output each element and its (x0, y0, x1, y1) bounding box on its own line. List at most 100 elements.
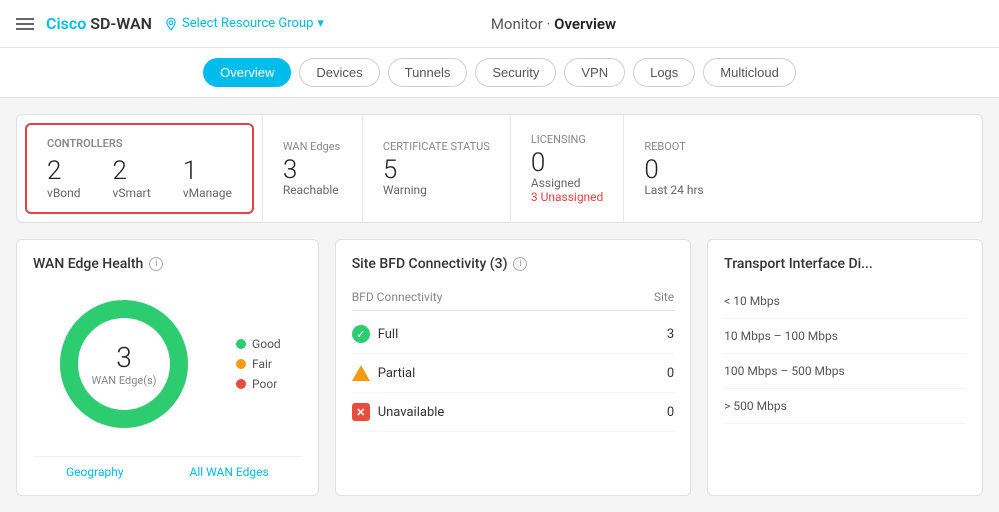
bfd-unavailable-count: 0 (667, 405, 674, 420)
vbond-stat: 2 vBond (47, 158, 81, 200)
wan-edges-count: 3 (283, 157, 342, 183)
donut-center: 3 WAN Edge(s) (92, 341, 157, 387)
vsmart-count: 2 (113, 158, 151, 184)
controllers-section: CONTROLLERS 2 vBond 2 vSmart 1 vManage (25, 123, 254, 214)
licensing-unassigned: 3 Unassigned (531, 190, 603, 204)
donut-number: 3 (92, 341, 157, 374)
status-partial-icon (352, 364, 370, 382)
tab-overview[interactable]: Overview (203, 58, 291, 87)
controllers-label: CONTROLLERS (47, 137, 232, 150)
bfd-col-site: Site (654, 290, 674, 304)
bfd-full-left: ✓ Full (352, 325, 399, 343)
bfd-partial-left: Partial (352, 364, 416, 382)
wan-edges-section: WAN Edges 3 Reachable (262, 115, 362, 222)
reboot-label: REBOOT (644, 140, 703, 153)
licensing-section: LICENSING 0 Assigned 3 Unassigned (510, 115, 623, 222)
tab-logs[interactable]: Logs (633, 58, 695, 87)
vbond-label: vBond (47, 186, 81, 200)
bfd-full-label: Full (378, 327, 399, 342)
bfd-table-header: BFD Connectivity Site (352, 284, 674, 311)
cert-status-count: 5 (383, 157, 490, 183)
good-dot (236, 339, 246, 349)
bfd-title: Site BFD Connectivity (3) i (352, 256, 674, 272)
licensing-sub: Assigned (531, 176, 603, 190)
geography-link[interactable]: Geography (66, 465, 124, 479)
wan-edges-sub: Reachable (283, 183, 342, 197)
tab-security[interactable]: Security (475, 58, 556, 87)
fair-label: Fair (252, 357, 272, 371)
logo-cisco: Cisco (46, 14, 86, 33)
transport-row-2: 100 Mbps – 500 Mbps (724, 354, 966, 389)
cert-status-section: CERTIFICATE STATUS 5 Warning (362, 115, 510, 222)
wan-edge-health-card: WAN Edge Health i 3 WAN Edge(s) (16, 239, 319, 496)
bfd-unavailable-label: Unavailable (378, 405, 445, 420)
bfd-partial-label: Partial (378, 366, 416, 381)
vmanage-label: vManage (183, 186, 232, 200)
reboot-count: 0 (644, 157, 703, 183)
tab-devices[interactable]: Devices (299, 58, 379, 87)
hamburger-menu[interactable] (16, 18, 34, 30)
legend-poor: Poor (236, 377, 281, 391)
bfd-full-count: 3 (667, 327, 674, 342)
cert-status-label: CERTIFICATE STATUS (383, 140, 490, 153)
bfd-row-full: ✓ Full 3 (352, 315, 674, 354)
fair-dot (236, 359, 246, 369)
reboot-section: REBOOT 0 Last 24 hrs (623, 115, 723, 222)
transport-row-0: < 10 Mbps (724, 284, 966, 319)
vbond-count: 2 (47, 158, 81, 184)
stats-row: CONTROLLERS 2 vBond 2 vSmart 1 vManage W… (16, 114, 983, 223)
vmanage-count: 1 (183, 158, 232, 184)
bfd-row-partial: Partial 0 (352, 354, 674, 393)
donut-label: WAN Edge(s) (92, 374, 157, 387)
transport-card: Transport Interface Di... < 10 Mbps 10 M… (707, 239, 983, 496)
bfd-unavailable-left: ✕ Unavailable (352, 403, 445, 421)
bfd-row-unavailable: ✕ Unavailable 0 (352, 393, 674, 432)
logo-sdwan: SD-WAN (86, 14, 152, 33)
nav-tabs: Overview Devices Tunnels Security VPN Lo… (0, 48, 999, 98)
wan-edges-label: WAN Edges (283, 140, 342, 153)
transport-row-1: 10 Mbps – 100 Mbps (724, 319, 966, 354)
tab-tunnels[interactable]: Tunnels (388, 58, 468, 87)
app-logo: Cisco SD-WAN (46, 14, 152, 33)
tab-multicloud[interactable]: Multicloud (703, 58, 796, 87)
info-icon[interactable]: i (149, 257, 163, 271)
wan-edge-health-title: WAN Edge Health i (33, 256, 302, 272)
resource-group-label: Select Resource Group (182, 16, 313, 31)
main-content: CONTROLLERS 2 vBond 2 vSmart 1 vManage W… (0, 98, 999, 512)
page-breadcrumb: Monitor · Overview (491, 15, 616, 33)
monitor-label: Monitor · (491, 15, 554, 33)
bfd-info-icon[interactable]: i (513, 257, 527, 271)
bfd-col-connectivity: BFD Connectivity (352, 290, 443, 304)
page-title: Overview (554, 15, 616, 33)
vsmart-stat: 2 vSmart (113, 158, 151, 200)
vsmart-label: vSmart (113, 186, 151, 200)
reboot-sub: Last 24 hrs (644, 183, 703, 197)
cert-status-sub: Warning (383, 183, 490, 197)
check-icon: ✓ (356, 328, 365, 341)
legend-good: Good (236, 337, 281, 351)
bfd-partial-count: 0 (667, 366, 674, 381)
transport-row-3: > 500 Mbps (724, 389, 966, 424)
donut-legend: Good Fair Poor (236, 337, 281, 391)
legend-fair: Fair (236, 357, 281, 371)
poor-label: Poor (252, 377, 277, 391)
transport-title: Transport Interface Di... (724, 256, 966, 272)
location-icon (164, 17, 178, 31)
header-left: Cisco SD-WAN Select Resource Group ▾ (16, 14, 324, 33)
vmanage-stat: 1 vManage (183, 158, 232, 200)
poor-dot (236, 379, 246, 389)
all-wan-edges-link[interactable]: All WAN Edges (190, 465, 269, 479)
bfd-card: Site BFD Connectivity (3) i BFD Connecti… (335, 239, 691, 496)
cards-row: WAN Edge Health i 3 WAN Edge(s) (16, 239, 983, 496)
donut-chart: 3 WAN Edge(s) (54, 294, 194, 434)
status-full-icon: ✓ (352, 325, 370, 343)
donut-container: 3 WAN Edge(s) Good Fair Poor (33, 284, 302, 444)
status-unavailable-icon: ✕ (352, 403, 370, 421)
chevron-down-icon: ▾ (317, 16, 324, 31)
licensing-label: LICENSING (531, 133, 603, 146)
wan-edge-health-footer: Geography All WAN Edges (33, 456, 302, 479)
header: Cisco SD-WAN Select Resource Group ▾ Mon… (0, 0, 999, 48)
licensing-count: 0 (531, 150, 603, 176)
resource-group-selector[interactable]: Select Resource Group ▾ (164, 16, 324, 31)
tab-vpn[interactable]: VPN (564, 58, 625, 87)
